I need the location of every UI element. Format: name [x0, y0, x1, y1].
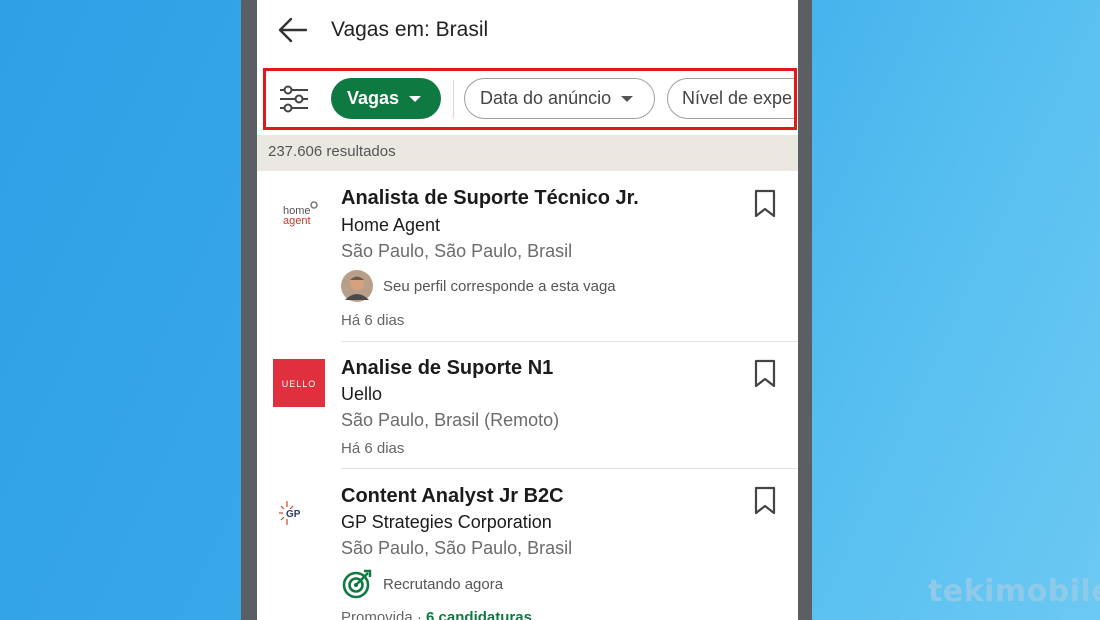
promoted-label: Promovida	[341, 609, 413, 620]
results-count: 237.606 resultados	[257, 135, 798, 171]
back-arrow-icon[interactable]	[277, 14, 309, 46]
job-meta: Promovida · 6 candidaturas	[341, 609, 532, 620]
job-company: Uello	[341, 384, 383, 404]
app-screen: Vagas em: Brasil Vagas Data do anúncio N…	[257, 0, 798, 620]
job-posted: Há 6 dias	[341, 440, 405, 457]
job-location: São Paulo, Brasil (Remoto)	[341, 410, 560, 430]
bookmark-icon[interactable]	[753, 486, 777, 516]
job-posted: Há 6 dias	[341, 312, 405, 329]
chip-vagas-label: Vagas	[347, 88, 400, 108]
top-bar: Vagas em: Brasil	[257, 0, 798, 62]
filter-sliders-icon[interactable]	[279, 85, 309, 113]
target-icon	[341, 568, 373, 600]
company-logo-gp: GP	[273, 491, 325, 539]
job-title[interactable]: Analise de Suporte N1	[341, 357, 553, 380]
chip-divider	[453, 80, 454, 118]
chip-data-label: Data do anúncio	[480, 88, 612, 108]
bookmark-icon[interactable]	[753, 359, 777, 389]
applicants-count: 6 candidaturas	[426, 609, 532, 620]
job-location: São Paulo, São Paulo, Brasil	[341, 241, 573, 261]
job-company: GP Strategies Corporation	[341, 512, 552, 532]
chip-nivel-label: Nível de expe	[682, 88, 793, 108]
chip-nivel-experiencia[interactable]: Nível de expe	[667, 78, 797, 119]
chip-data-do-anuncio[interactable]: Data do anúncio	[464, 78, 655, 119]
job-insight: Recrutando agora	[341, 567, 503, 601]
logo-text-gp: GP	[286, 509, 301, 520]
job-company: Home Agent	[341, 215, 441, 235]
job-insight: Seu perfil corresponde a esta vaga	[341, 269, 616, 303]
profile-avatar	[341, 270, 373, 302]
watermark: tekimobile	[928, 574, 1100, 609]
logo-text-uello: UELLO	[282, 379, 317, 389]
job-card[interactable]: home agent Analista de Suporte Técnico J…	[257, 171, 798, 342]
job-title[interactable]: Analista de Suporte Técnico Jr.	[341, 187, 639, 210]
filter-bar: Vagas Data do anúncio Nível de expe	[257, 68, 798, 130]
meta-separator: ·	[416, 609, 427, 620]
job-insight-text: Seu perfil corresponde a esta vaga	[383, 277, 616, 295]
caret-down-icon	[621, 95, 634, 102]
company-logo-home-agent: home agent	[273, 197, 325, 245]
company-logo-uello: UELLO	[273, 359, 325, 407]
job-card[interactable]: UELLO Analise de Suporte N1 Uello São Pa…	[257, 342, 798, 469]
chip-vagas[interactable]: Vagas	[331, 78, 441, 119]
bookmark-icon[interactable]	[753, 189, 777, 219]
job-title[interactable]: Content Analyst Jr B2C	[341, 485, 564, 508]
logo-text-agent: agent	[283, 215, 311, 227]
job-insight-text: Recrutando agora	[383, 575, 504, 593]
job-card[interactable]: GP Content Analyst Jr B2C GP Strategies …	[257, 469, 798, 620]
page-title: Vagas em: Brasil	[331, 18, 489, 41]
caret-down-icon	[409, 95, 422, 102]
job-location: São Paulo, São Paulo, Brasil	[341, 538, 573, 558]
